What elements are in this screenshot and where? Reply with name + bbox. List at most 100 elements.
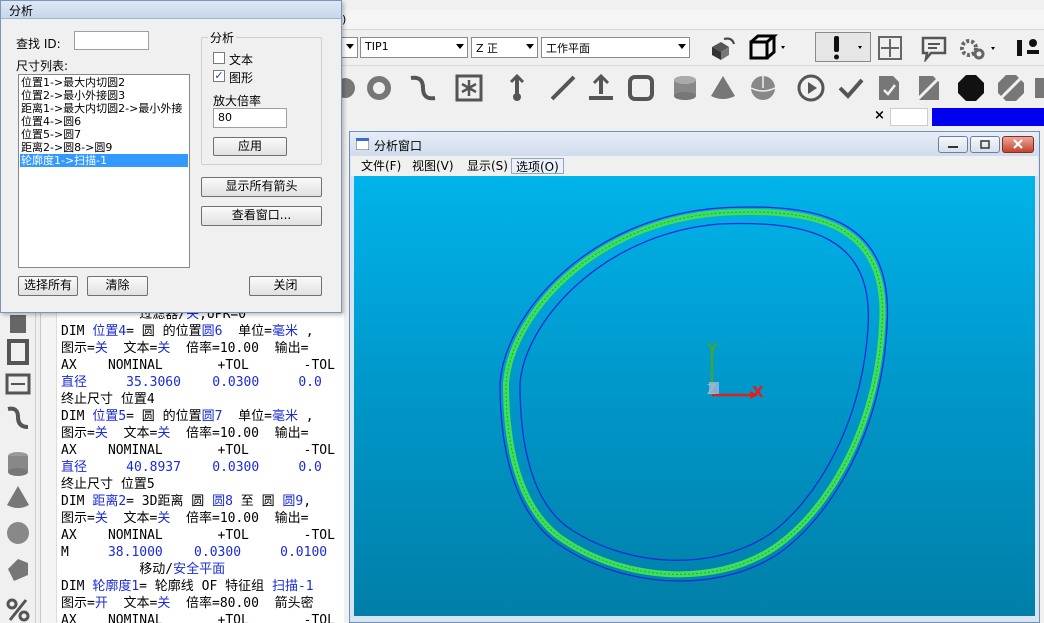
graphic-checkbox-label: 图形 — [229, 71, 254, 85]
plane-arrow-icon[interactable] — [584, 71, 618, 105]
edit-doc-icon[interactable] — [872, 71, 906, 105]
report-line: DIM 轮廓度1= 轮廓线 OF 特征组 扫描-1 — [61, 578, 314, 595]
vector-point-icon[interactable] — [500, 71, 534, 105]
close-icon[interactable]: × — [874, 108, 885, 123]
wireframe-cube-icon[interactable] — [744, 32, 790, 62]
dialog-titlebar[interactable]: 分析 — [1, 1, 341, 19]
analysis-window: 分析窗口 文件(F) 视图(V) 显示(S) 选项(O) Y X Z — [349, 131, 1040, 623]
curve-icon[interactable] — [2, 401, 34, 433]
graphic-checkbox[interactable]: ✓ — [213, 70, 225, 82]
sphere-icon[interactable] — [746, 71, 780, 105]
stop-octagon-icon[interactable] — [954, 71, 988, 105]
cylinder-icon[interactable] — [668, 71, 702, 105]
measured-profile-edge — [505, 211, 883, 575]
minimize-button[interactable] — [938, 136, 968, 153]
main-toolbar: TIP1 Z 正 工作平面 — [340, 30, 1044, 66]
view-tab[interactable] — [890, 108, 928, 126]
move-cross-icon[interactable] — [875, 34, 905, 62]
exclamation-mode-button[interactable] — [815, 32, 871, 62]
curve-icon[interactable] — [406, 71, 440, 105]
view-tab-strip: × — [340, 108, 1044, 126]
report-segment: DIM — [61, 579, 93, 594]
close-button[interactable]: 关闭 — [249, 276, 322, 296]
report-segment: 文本= — [107, 341, 158, 356]
dimension-list-item[interactable]: 距离2->圆8->圆9 — [20, 141, 188, 154]
menu-item[interactable]: 文件(F) — [357, 158, 405, 174]
analysis-window-title: 分析窗口 — [374, 139, 423, 153]
analysis-group-title: 分析 — [208, 29, 237, 46]
comment-icon[interactable] — [918, 34, 950, 62]
window-app-icon — [356, 138, 369, 150]
dimension-list-item[interactable]: 轮廓度1->扫描-1 — [20, 154, 188, 167]
maximize-button[interactable] — [970, 136, 1000, 153]
percent-icon[interactable] — [2, 593, 34, 623]
magnify-input[interactable]: 80 — [213, 108, 287, 128]
cylinder-icon[interactable] — [2, 447, 34, 479]
frame-icon[interactable] — [2, 335, 34, 367]
y-axis-label: Y — [706, 340, 719, 358]
report-segment: 圆7 — [201, 409, 223, 424]
report-segment: , — [297, 324, 314, 339]
report-segment: 文本= — [107, 596, 158, 611]
dimension-list-item[interactable]: 位置2->最小外接圆3 — [20, 89, 188, 102]
dimension-list-item[interactable]: 位置5->圆7 — [20, 128, 188, 141]
square-icon[interactable] — [624, 71, 658, 105]
line-icon[interactable] — [546, 71, 580, 105]
report-line: DIM 距离2= 3D距离 圆 圆8 至 圆 圆9, — [61, 493, 311, 510]
report-line: 图示=关 文本=关 倍率=10.00 输出= — [61, 510, 308, 527]
edit-report-pane[interactable]: 过滤器/关,UPR=0 DIM 位置4= 圆 的位置圆6 单位=毫米 , 图示=关 … — [40, 313, 344, 623]
dimension-list-item[interactable]: 位置1->最大内切圆2 — [20, 76, 188, 89]
menu-item[interactable]: 选项(O) — [511, 158, 564, 174]
minimize-icon — [948, 146, 958, 148]
report-segment: 圆8 — [212, 494, 233, 509]
apply-button[interactable]: 应用 — [213, 137, 287, 156]
menu-item[interactable]: 显示(S) — [463, 158, 512, 174]
next-partial-icon[interactable] — [1032, 71, 1044, 105]
report-gutter — [41, 313, 57, 623]
magnify-label: 放大倍率 — [213, 94, 262, 108]
clear-button[interactable]: 清除 — [87, 276, 148, 296]
dimension-list-item[interactable]: 距离1->最大内切圆2->最小外接 — [20, 102, 188, 115]
align-icon[interactable] — [1012, 34, 1044, 62]
toolbar-combo-partial[interactable] — [340, 37, 358, 58]
surface-icon[interactable] — [2, 553, 34, 585]
play-icon[interactable] — [794, 71, 828, 105]
report-segment: 距离2 — [92, 494, 127, 509]
probe-tip-select[interactable]: TIP1 — [360, 37, 468, 58]
check-icon[interactable] — [834, 71, 868, 105]
report-line: AX NOMINAL +TOL -TOL — [61, 527, 335, 544]
menu-item[interactable]: 视图(V) — [408, 158, 458, 174]
work-plane-select[interactable]: 工作平面 — [541, 37, 690, 58]
view-direction-value: Z 正 — [476, 42, 499, 55]
window-close-button[interactable] — [1002, 136, 1034, 153]
report-line: DIM 位置5= 圆 的位置圆7 单位=毫米 , — [61, 408, 314, 425]
sphere-icon[interactable] — [2, 517, 34, 549]
dimension-list-item[interactable]: 位置4->圆6 — [20, 115, 188, 128]
cone-icon[interactable] — [706, 71, 740, 105]
graphics-viewport[interactable]: Y X Z — [354, 176, 1035, 616]
analysis-window-titlebar[interactable]: 分析窗口 — [350, 132, 1039, 156]
report-line: 终止尺寸 位置5 — [61, 476, 155, 493]
report-segment: 关 — [157, 341, 171, 356]
report-segment: 直径 — [61, 460, 88, 475]
report-line: 终止尺寸 位置4 — [61, 391, 155, 408]
dimension-list[interactable]: 位置1->最大内切圆2 位置2->最小外接圆3 距离1->最大内切圆2->最小外接位… — [18, 74, 190, 268]
auto-feature-icon[interactable] — [452, 71, 486, 105]
width-icon[interactable] — [2, 367, 34, 399]
report-segment: 圆6 — [201, 324, 223, 339]
cone-icon[interactable] — [2, 481, 34, 513]
report-segment: 位置4 — [92, 324, 127, 339]
ring-icon[interactable] — [362, 71, 396, 105]
text-checkbox[interactable] — [213, 52, 225, 64]
settings-gears-icon[interactable] — [956, 34, 1002, 62]
active-view-tab[interactable] — [932, 108, 1044, 126]
view-window-button[interactable]: 查看窗口... — [201, 206, 322, 226]
select-all-button[interactable]: 选择所有 — [18, 276, 78, 296]
stop-slash-icon[interactable] — [994, 71, 1028, 105]
report-segment: 40.8937 0.0300 0.0 — [87, 460, 322, 475]
view-direction-select[interactable]: Z 正 — [471, 37, 538, 58]
find-id-input[interactable] — [74, 31, 149, 50]
disabled-doc-icon[interactable] — [912, 71, 946, 105]
rotate-probe-icon[interactable] — [705, 34, 739, 62]
show-all-arrows-button[interactable]: 显示所有箭头 — [201, 177, 322, 197]
